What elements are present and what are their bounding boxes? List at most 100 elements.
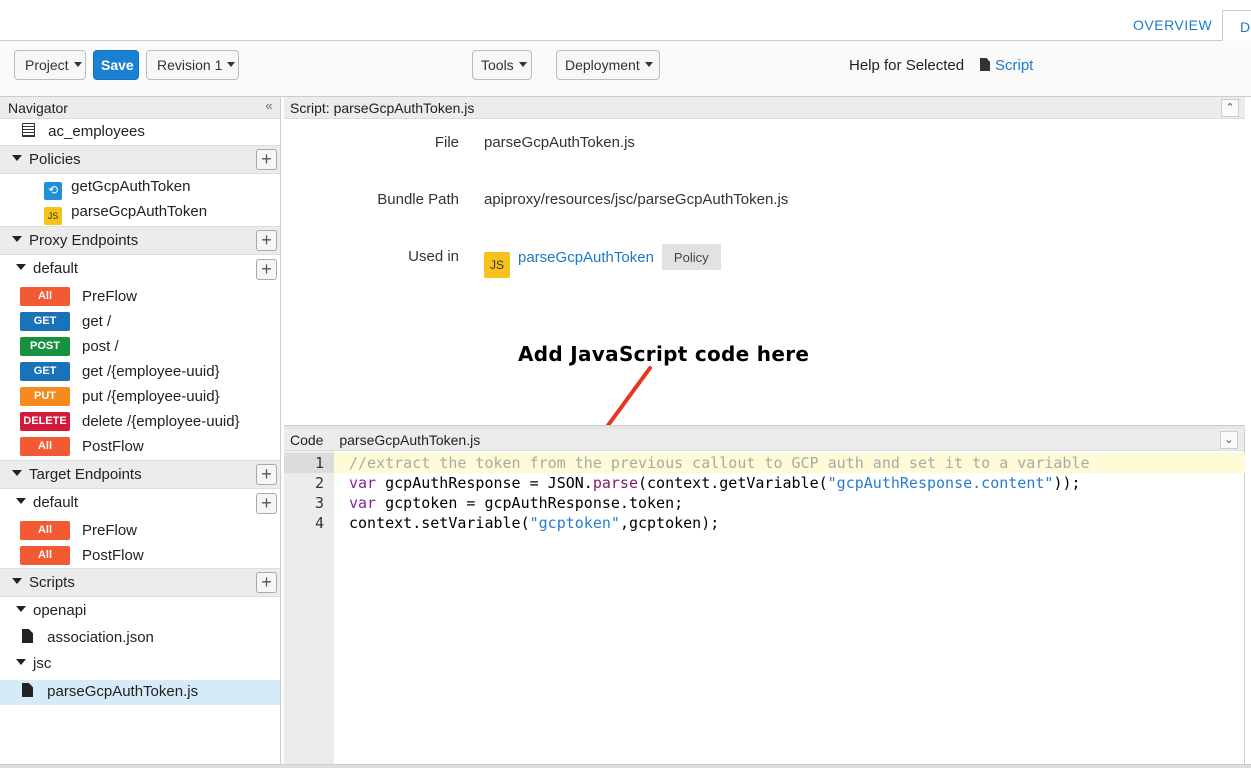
code-text: context.setVariable( (349, 514, 530, 532)
flow-label: PreFlow (82, 522, 138, 539)
script-file-item[interactable]: association.json (0, 627, 280, 652)
method-badge: All (20, 546, 70, 565)
code-editor[interactable]: //extract the token from the previous ca… (334, 451, 1245, 764)
caret-down-icon (644, 62, 653, 67)
section-label: Scripts (29, 574, 75, 591)
code-line[interactable]: var gcptoken = gcpAuthResponse.token; (334, 493, 1245, 513)
method-badge: All (20, 437, 70, 456)
code-line[interactable]: //extract the token from the previous ca… (334, 453, 1245, 473)
code-editor-panel: Code parseGcpAuthToken.js ⌄ 1 2 3 4 //ex… (284, 429, 1245, 764)
triangle-down-icon (16, 498, 26, 504)
revision-label: Revision 1 (157, 57, 223, 73)
target-endpoint-default[interactable]: default + (0, 493, 280, 518)
flow-label: delete /{employee-uuid} (82, 413, 240, 430)
tab-develop[interactable]: D (1222, 10, 1251, 42)
flow-item[interactable]: POST post / (0, 335, 280, 360)
folder-label: openapi (33, 602, 87, 619)
file-label: association.json (47, 629, 154, 646)
code-header-file: parseGcpAuthToken.js (339, 432, 481, 448)
collapse-down-icon[interactable]: ⌄ (1220, 431, 1238, 449)
help-script-link[interactable]: Script (980, 57, 1033, 74)
code-keyword: var (349, 494, 377, 512)
deployment-menu-button[interactable]: Deployment (556, 50, 660, 80)
method-badge: GET (20, 312, 70, 331)
code-line[interactable]: context.setVariable("gcptoken",gcptoken)… (334, 513, 1245, 533)
document-icon (980, 58, 990, 71)
flow-item[interactable]: All PostFlow (0, 544, 280, 569)
file-value: parseGcpAuthToken.js (484, 134, 635, 151)
triangle-down-icon (16, 264, 26, 270)
proxy-endpoint-default[interactable]: default + (0, 259, 280, 284)
flow-item[interactable]: DELETE delete /{employee-uuid} (0, 410, 280, 435)
code-function: parse (592, 474, 638, 492)
script-folder-jsc[interactable]: jsc (0, 654, 280, 679)
code-text: gcptoken = gcpAuthResponse.token; (376, 494, 684, 512)
add-policy-button[interactable]: + (256, 149, 277, 170)
triangle-down-icon (12, 470, 22, 476)
section-policies[interactable]: Policies + (0, 145, 280, 174)
collapse-up-icon[interactable]: ⌃ (1221, 99, 1239, 117)
nav-item-ac-employees[interactable]: ac_employees (0, 121, 280, 146)
flow-item[interactable]: All PostFlow (0, 435, 280, 460)
bundle-path-label: Bundle Path (377, 191, 459, 208)
js-icon: JS (44, 207, 62, 225)
flow-item[interactable]: PUT put /{employee-uuid} (0, 385, 280, 410)
code-line[interactable]: var gcpAuthResponse = JSON.parse(context… (334, 473, 1245, 493)
section-scripts[interactable]: Scripts + (0, 568, 280, 597)
add-proxy-endpoint-button[interactable]: + (256, 230, 277, 251)
project-menu-button[interactable]: Project (14, 50, 86, 80)
flow-label: PostFlow (82, 547, 144, 564)
save-button[interactable]: Save (93, 50, 139, 80)
script-details-header: Script: parseGcpAuthToken.js ⌃ (284, 97, 1245, 119)
script-details-panel: Script: parseGcpAuthToken.js ⌃ File pars… (284, 97, 1245, 427)
folder-label: jsc (33, 655, 52, 672)
annotation-text: Add JavaScript code here (518, 342, 810, 366)
add-flow-button[interactable]: + (256, 493, 277, 514)
section-target-endpoints[interactable]: Target Endpoints + (0, 460, 280, 489)
project-label: Project (25, 57, 69, 73)
section-label: Target Endpoints (29, 466, 142, 483)
navigator-panel: Navigator « ac_employees Policies + ⟲ ge… (0, 97, 281, 768)
bottom-scrollbar[interactable] (0, 764, 1251, 768)
code-text: gcpAuthResponse = JSON. (376, 474, 593, 492)
line-number: 2 (314, 474, 324, 492)
tab-overview[interactable]: OVERVIEW (1133, 17, 1212, 33)
policy-item[interactable]: ⟲ getGcpAuthToken (0, 177, 280, 202)
policy-item[interactable]: JS parseGcpAuthToken (0, 202, 280, 227)
used-in-label: Used in (408, 248, 459, 265)
add-target-endpoint-button[interactable]: + (256, 464, 277, 485)
policy-label: getGcpAuthToken (71, 178, 191, 195)
section-label: Policies (29, 151, 81, 168)
add-script-button[interactable]: + (256, 572, 277, 593)
navigator-header: Navigator « (0, 97, 280, 119)
navigator-title: Navigator (8, 100, 68, 116)
code-text: (context.getVariable( (638, 474, 828, 492)
flow-item[interactable]: GET get /{employee-uuid} (0, 360, 280, 385)
method-badge: All (20, 287, 70, 306)
code-string: "gcpAuthResponse.content" (827, 474, 1054, 492)
script-file-item-selected[interactable]: parseGcpAuthToken.js (0, 680, 280, 705)
toolbar: Project Save Revision 1 Tools Deployment… (0, 41, 1251, 97)
nav-item-label: ac_employees (48, 123, 145, 140)
section-proxy-endpoints[interactable]: Proxy Endpoints + (0, 226, 280, 255)
method-badge: GET (20, 362, 70, 381)
file-icon (22, 683, 33, 697)
flow-item[interactable]: All PreFlow (0, 285, 280, 310)
code-comment: //extract the token from the previous ca… (349, 454, 1090, 472)
code-header: Code parseGcpAuthToken.js ⌄ (284, 429, 1244, 451)
script-folder-openapi[interactable]: openapi (0, 601, 280, 626)
js-icon: JS (484, 252, 510, 278)
revision-menu-button[interactable]: Revision 1 (146, 50, 239, 80)
flow-item[interactable]: GET get / (0, 310, 280, 335)
method-badge: All (20, 521, 70, 540)
triangle-down-icon (16, 659, 26, 665)
tools-menu-button[interactable]: Tools (472, 50, 532, 80)
deployment-label: Deployment (565, 57, 640, 73)
triangle-down-icon (12, 236, 22, 242)
used-in-policy-link[interactable]: parseGcpAuthToken (518, 249, 654, 266)
help-script-label: Script (995, 57, 1034, 74)
collapse-navigator-icon[interactable]: « (261, 99, 277, 115)
flow-item[interactable]: All PreFlow (0, 519, 280, 544)
used-in-value: JS parseGcpAuthToken Policy (484, 244, 721, 278)
add-flow-button[interactable]: + (256, 259, 277, 280)
